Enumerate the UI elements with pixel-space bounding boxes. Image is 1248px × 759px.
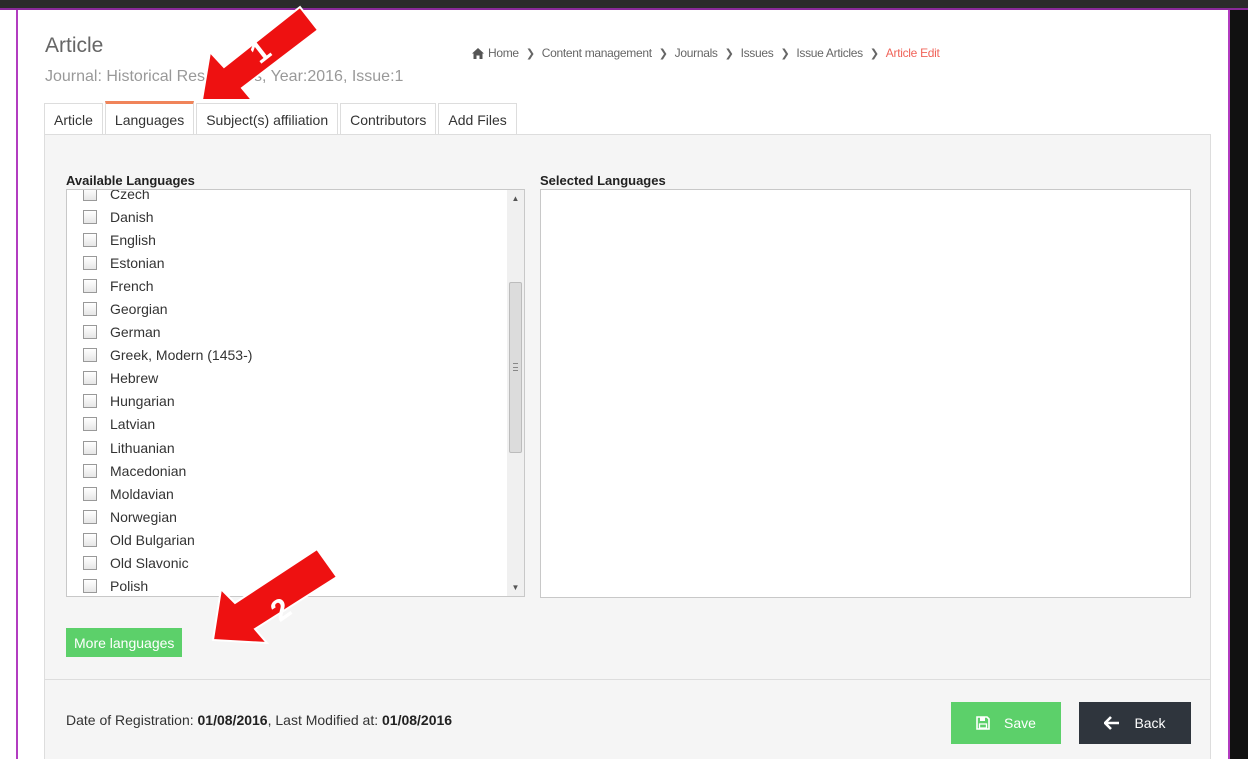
chevron-right-icon: ❯ (724, 47, 734, 60)
breadcrumb-article-edit: Article Edit (885, 46, 940, 60)
breadcrumb-journals[interactable]: Journals (675, 46, 718, 60)
panel-footer: Date of Registration: 01/08/2016, Last M… (45, 679, 1210, 759)
breadcrumb-issue-articles[interactable]: Issue Articles (796, 46, 863, 60)
language-option[interactable]: Moldavian (67, 482, 507, 505)
checkbox[interactable] (83, 371, 97, 386)
scroll-thumb[interactable] (509, 282, 522, 453)
available-languages-label: Available Languages (66, 173, 195, 188)
available-languages-list[interactable]: Czech Danish English Estonian French Georgian… (66, 189, 525, 597)
tab-add-files[interactable]: Add Files (438, 103, 517, 135)
language-option[interactable]: English (67, 228, 507, 251)
language-label: Georgian (110, 301, 168, 318)
more-languages-button[interactable]: More languages (66, 628, 183, 657)
language-label: Hebrew (110, 370, 159, 387)
checkbox[interactable] (83, 325, 97, 340)
language-option[interactable]: German (67, 321, 507, 344)
language-option[interactable]: Danish (67, 205, 507, 228)
language-label: Danish (110, 208, 154, 225)
annotation-arrow-1: 1 (200, 5, 320, 101)
list-scrollbar[interactable]: ▲ ▼ (507, 190, 524, 596)
language-option[interactable]: Macedonian (67, 459, 507, 482)
selected-languages-label: Selected Languages (540, 173, 666, 188)
language-label: Estonian (110, 254, 165, 271)
checkbox[interactable] (83, 232, 97, 247)
home-icon (472, 47, 484, 59)
language-option[interactable]: Latvian (67, 413, 507, 436)
checkbox[interactable] (83, 348, 97, 363)
language-option[interactable]: French (67, 274, 507, 297)
chevron-right-icon: ❯ (658, 47, 668, 60)
languages-panel: Available Languages Selected Languages C… (44, 134, 1211, 759)
scroll-down-icon[interactable]: ▼ (507, 579, 524, 596)
language-label: Old Bulgarian (110, 531, 195, 548)
tab-article[interactable]: Article (44, 103, 103, 135)
breadcrumb-content-management[interactable]: Content management (542, 46, 652, 60)
checkbox[interactable] (83, 579, 97, 594)
chevron-right-icon: ❯ (780, 47, 790, 60)
checkbox[interactable] (83, 190, 97, 201)
language-option[interactable]: Hebrew (67, 367, 507, 390)
checkbox[interactable] (83, 209, 97, 224)
checkbox[interactable] (83, 278, 97, 293)
grip-icon (513, 363, 518, 371)
language-option[interactable]: Hungarian (67, 390, 507, 413)
page: Article Journal: Historical Researches, … (0, 0, 1248, 759)
language-label: Lithuanian (110, 439, 175, 456)
checkbox[interactable] (83, 463, 97, 478)
floppy-disk-icon (976, 716, 990, 730)
chevron-right-icon: ❯ (525, 47, 535, 60)
language-label: English (110, 231, 156, 248)
checkbox[interactable] (83, 532, 97, 547)
breadcrumb-home[interactable]: Home (488, 46, 519, 60)
save-button-label: Save (1004, 715, 1036, 731)
language-label: Greek, Modern (1453-) (110, 347, 253, 364)
modified-date: 01/08/2016 (382, 712, 453, 728)
language-option[interactable]: Lithuanian (67, 436, 507, 459)
window-left-border (16, 10, 18, 759)
back-button-label: Back (1134, 715, 1166, 731)
modified-label: , Last Modified at: (267, 712, 382, 728)
checkbox[interactable] (83, 255, 97, 270)
registration-info: Date of Registration: 01/08/2016, Last M… (66, 712, 452, 728)
checkbox[interactable] (83, 509, 97, 524)
registration-date: 01/08/2016 (197, 712, 268, 728)
language-option[interactable]: Greek, Modern (1453-) (67, 344, 507, 367)
language-option[interactable]: Czech (67, 189, 507, 205)
breadcrumb-issues[interactable]: Issues (741, 46, 774, 60)
breadcrumb: Home ❯ Content management ❯ Journals ❯ I… (472, 46, 940, 60)
language-label: Moldavian (110, 485, 174, 502)
language-option[interactable]: Norwegian (67, 505, 507, 528)
back-button[interactable]: Back (1079, 702, 1191, 744)
save-button[interactable]: Save (951, 702, 1061, 744)
language-option[interactable]: Georgian (67, 297, 507, 320)
annotation-arrow-2: 2 (211, 547, 339, 645)
language-label: Hungarian (110, 393, 175, 410)
window-right-edge (1230, 10, 1248, 759)
checkbox[interactable] (83, 556, 97, 571)
selected-languages-list[interactable] (540, 189, 1191, 598)
scroll-up-icon[interactable]: ▲ (507, 190, 524, 207)
language-option[interactable]: Estonian (67, 251, 507, 274)
language-label: Latvian (110, 416, 156, 433)
available-languages-items: Czech Danish English Estonian French Georgian… (67, 189, 507, 596)
language-label: Polish (110, 578, 149, 595)
arrow-left-icon (1104, 716, 1120, 730)
language-label: Czech (110, 189, 150, 202)
checkbox[interactable] (83, 417, 97, 432)
checkbox[interactable] (83, 394, 97, 409)
registration-label: Date of Registration: (66, 712, 198, 728)
language-label: Macedonian (110, 462, 187, 479)
language-label: Norwegian (110, 508, 177, 525)
chevron-right-icon: ❯ (869, 47, 879, 60)
checkbox[interactable] (83, 440, 97, 455)
page-title: Article (45, 34, 104, 57)
checkbox[interactable] (83, 302, 97, 317)
language-label: German (110, 324, 161, 341)
language-label: Old Slavonic (110, 555, 189, 572)
checkbox[interactable] (83, 486, 97, 501)
language-label: French (110, 277, 154, 294)
